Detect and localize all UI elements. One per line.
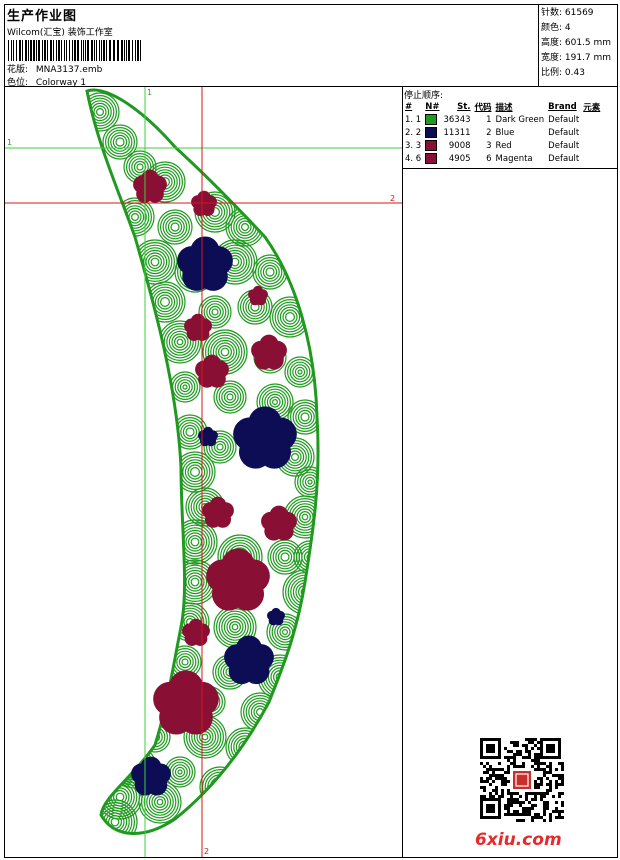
- stitch-count: 针数: 61569: [541, 8, 594, 18]
- row-element: [581, 126, 602, 139]
- stop-sequence-panel: 停止顺序: # N# St. 代码 描述 Brand 元素 1. 1 36343…: [403, 87, 617, 169]
- scale-value: 比例: 0.43: [541, 68, 585, 78]
- row-code: 3: [486, 140, 492, 151]
- design-preview: 1 1 2 2: [5, 87, 403, 857]
- col-description: 描述: [495, 102, 513, 113]
- col-brand: Brand: [548, 101, 577, 112]
- col-element: 元素: [583, 102, 601, 113]
- row-code: 1: [486, 114, 492, 125]
- height-value: 高度: 601.5 mm: [541, 38, 612, 48]
- table-row: 2. 2 11311 2 Blue Default: [403, 126, 602, 139]
- swatch-box: [425, 140, 438, 151]
- design-file-label: 花版:: [7, 65, 29, 75]
- embroidery-canvas: 1 1 2 2: [5, 87, 402, 857]
- stop-sequence-table: # N# St. 代码 描述 Brand 元素 1. 1 36343 1 Dar…: [403, 100, 602, 165]
- width-value: 宽度: 191.7 mm: [541, 53, 612, 63]
- col-code: 代码: [474, 102, 492, 113]
- row-code: 6: [486, 153, 492, 164]
- row-stitches: 11311: [443, 127, 471, 138]
- qr-code: [480, 738, 564, 822]
- green-h-guide-label: 1: [7, 138, 12, 147]
- table-row: 3. 3 9008 3 Red Default: [403, 139, 602, 152]
- swatch-box: [425, 153, 438, 164]
- color-swatch: [423, 126, 441, 139]
- row-brand: Default: [548, 114, 580, 125]
- row-index: 4. 6: [405, 153, 422, 164]
- color-count: 颜色: 4: [541, 23, 571, 33]
- table-row: 4. 6 4905 6 Magenta Default: [403, 152, 602, 165]
- col-stitches: St.: [457, 101, 471, 112]
- header-info: 生产作业图 Wilcom(汇宝) 装饰工作室 花版: MNA3137.emb 色…: [5, 5, 539, 88]
- color-swatch: [423, 113, 441, 126]
- row-stitches: 9008: [448, 140, 471, 151]
- row-description: Red: [495, 140, 512, 151]
- design-file-value: MNA3137.emb: [35, 65, 103, 75]
- row-index: 1. 1: [405, 114, 422, 125]
- color-swatch: [423, 152, 441, 165]
- col-index: #: [405, 101, 413, 112]
- table-header-row: # N# St. 代码 描述 Brand 元素: [403, 100, 602, 113]
- row-element: [581, 139, 602, 152]
- row-brand: Default: [548, 153, 580, 164]
- row-description: Dark Green: [495, 114, 545, 125]
- row-stitches: 4905: [448, 153, 471, 164]
- design-file-row: 花版: MNA3137.emb: [7, 62, 102, 75]
- page-title: 生产作业图: [7, 9, 78, 24]
- row-element: [581, 113, 602, 126]
- barcode: [8, 40, 141, 61]
- row-code: 2: [486, 127, 492, 138]
- row-element: [581, 152, 602, 165]
- green-v-guide-label: 1: [147, 88, 152, 97]
- red-h-guide-label: 2: [390, 194, 395, 203]
- row-index: 2. 2: [405, 127, 422, 138]
- row-brand: Default: [548, 140, 580, 151]
- row-brand: Default: [548, 127, 580, 138]
- watermark-logo: 6xiu.com: [475, 830, 562, 850]
- swatch-box: [425, 114, 438, 125]
- studio-subtitle: Wilcom(汇宝) 装饰工作室: [7, 28, 113, 38]
- swatch-box: [425, 127, 438, 138]
- color-swatch: [423, 139, 441, 152]
- row-description: Blue: [495, 127, 515, 138]
- row-description: Magenta: [495, 153, 533, 164]
- col-needle: N#: [425, 101, 440, 112]
- table-row: 1. 1 36343 1 Dark Green Default: [403, 113, 602, 126]
- row-stitches: 36343: [443, 114, 471, 125]
- row-index: 3. 3: [405, 140, 422, 151]
- stats-box: 针数: 61569 颜色: 4 高度: 601.5 mm 宽度: 191.7 m…: [539, 5, 617, 87]
- red-v-guide-label: 2: [204, 847, 209, 856]
